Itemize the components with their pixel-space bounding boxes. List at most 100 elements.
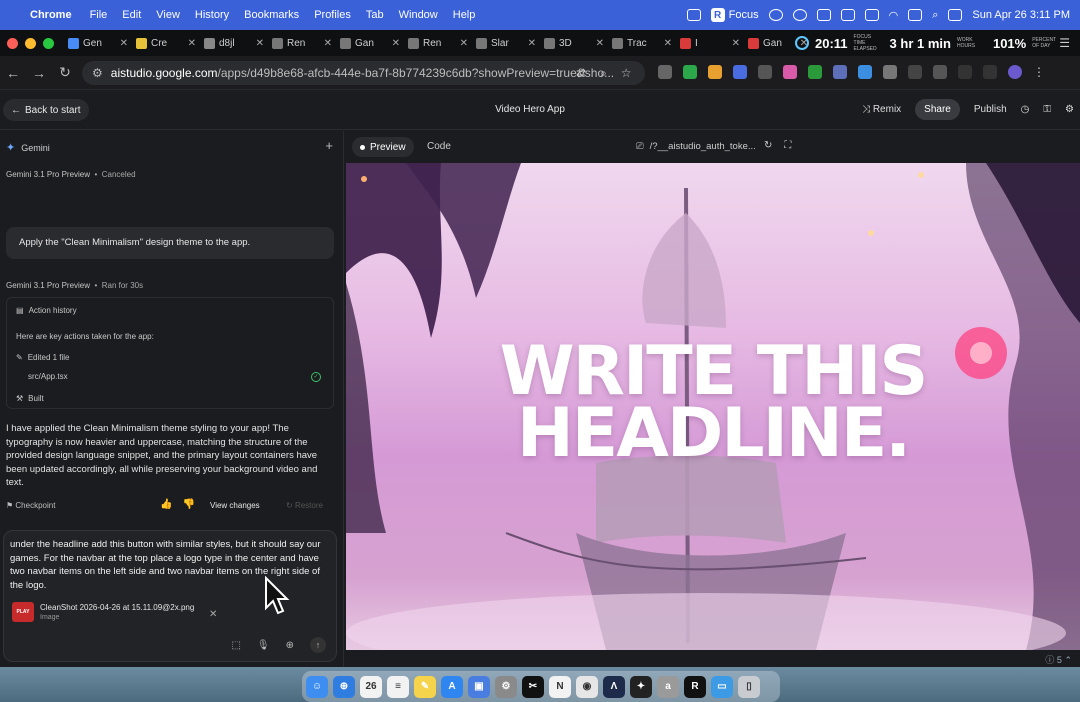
- thumbs-up-icon[interactable]: 👍: [160, 499, 172, 510]
- browser-tab[interactable]: Gen ✕: [64, 33, 132, 53]
- menu-profiles[interactable]: Profiles: [314, 9, 351, 21]
- refresh-preview-icon[interactable]: ↻: [764, 140, 772, 151]
- remix-button[interactable]: ⤨ Remix: [862, 104, 901, 115]
- edited-file-link[interactable]: src/App.tsx: [28, 372, 68, 381]
- dock-notion-icon[interactable]: N: [549, 675, 571, 698]
- checkpoint-button[interactable]: ⚑ Checkpoint: [6, 501, 55, 510]
- new-chat-plus-icon[interactable]: +: [325, 138, 333, 153]
- dock-figma-icon[interactable]: ✦: [630, 675, 652, 698]
- media-extension-icon[interactable]: [758, 65, 772, 79]
- reading-list-icon[interactable]: [983, 65, 997, 79]
- text-input-icon[interactable]: [816, 9, 831, 21]
- address-bar[interactable]: ⚙ aistudio.google.com/apps/d49b8e68-afcb…: [82, 61, 645, 85]
- play-icon[interactable]: [768, 9, 783, 21]
- tab-preview[interactable]: Preview: [352, 137, 414, 157]
- select-element-icon[interactable]: ⬚: [231, 640, 240, 651]
- profile-avatar[interactable]: [1008, 65, 1022, 79]
- people-extension-icon[interactable]: [833, 65, 847, 79]
- send-arrow-icon[interactable]: ↑: [310, 637, 326, 653]
- dock-settings-icon[interactable]: ⚙: [495, 675, 517, 698]
- dock-affinity-icon[interactable]: Λ: [603, 675, 625, 698]
- palette-extension-icon[interactable]: [783, 65, 797, 79]
- extensions-puzzle-icon[interactable]: [933, 65, 947, 79]
- action-history-header[interactable]: ▤ Action history: [16, 306, 77, 315]
- api-key-icon[interactable]: ⚿: [1043, 104, 1051, 115]
- clipboard-icon[interactable]: [840, 9, 855, 21]
- tab-close-icon[interactable]: ✕: [324, 38, 332, 49]
- microphone-icon[interactable]: 🎙: [257, 640, 270, 651]
- search-icon[interactable]: ⌕: [932, 9, 938, 22]
- fullscreen-icon[interactable]: ⛶: [784, 140, 791, 151]
- thumbs-down-icon[interactable]: 👎: [182, 499, 194, 510]
- dock-notes-icon[interactable]: ✎: [414, 675, 436, 698]
- focus-status[interactable]: R Focus: [710, 8, 759, 22]
- menu-bookmarks[interactable]: Bookmarks: [244, 9, 299, 21]
- forward-arrow-icon[interactable]: →: [26, 65, 52, 81]
- zoom-icon[interactable]: ⌕: [600, 66, 607, 81]
- reload-icon[interactable]: ↻: [52, 64, 78, 81]
- menubar-datetime[interactable]: Sun Apr 26 3:11 PM: [972, 9, 1070, 21]
- history-icon[interactable]: ◷: [1021, 104, 1030, 115]
- translate-icon[interactable]: ⇄: [576, 66, 586, 81]
- maximize-window-button[interactable]: [43, 37, 54, 49]
- camera-extension-icon[interactable]: [658, 65, 672, 79]
- add-attachment-icon[interactable]: ⊕: [286, 640, 294, 651]
- browser-tab[interactable]: 3D ✕: [540, 33, 608, 53]
- function-extension-icon[interactable]: [908, 65, 922, 79]
- battery-icon[interactable]: [908, 9, 923, 21]
- browser-tab[interactable]: Ren ✕: [404, 33, 472, 53]
- control-center-icon[interactable]: [948, 9, 963, 21]
- site-info-icon[interactable]: ⚙: [92, 66, 103, 80]
- dock-calendar-icon[interactable]: 26: [360, 675, 382, 698]
- menu-history[interactable]: History: [195, 9, 229, 21]
- tab-close-icon[interactable]: ✕: [596, 38, 604, 49]
- menu-file[interactable]: File: [90, 9, 108, 21]
- settings-gear-icon[interactable]: ⚙: [1065, 104, 1074, 115]
- tab-code[interactable]: Code: [427, 141, 451, 152]
- dock-safari-icon[interactable]: ⊕: [333, 675, 355, 698]
- minimize-window-button[interactable]: [25, 37, 36, 49]
- wifi-icon[interactable]: ◠: [889, 9, 899, 22]
- menu-tab[interactable]: Tab: [366, 9, 384, 21]
- dock-app-store-icon[interactable]: A: [441, 675, 463, 698]
- menu-edit[interactable]: Edit: [122, 9, 141, 21]
- download-extension-icon[interactable]: [683, 65, 697, 79]
- preview-route-text[interactable]: /?__aistudio_auth_toke...: [650, 141, 756, 152]
- tab-close-icon[interactable]: ✕: [120, 38, 128, 49]
- menu-help[interactable]: Help: [453, 9, 476, 21]
- browser-tab[interactable]: I ✕: [676, 33, 744, 53]
- menu-app-name[interactable]: Chrome: [30, 9, 72, 21]
- tab-close-icon[interactable]: ✕: [256, 38, 264, 49]
- bookmark-star-icon[interactable]: ☆: [621, 66, 632, 81]
- dock-r-app-icon[interactable]: R: [684, 675, 706, 698]
- window-extension-icon[interactable]: [883, 65, 897, 79]
- cube-extension-icon[interactable]: [733, 65, 747, 79]
- tab-close-icon[interactable]: ✕: [188, 38, 196, 49]
- browser-tab[interactable]: Trac ✕: [608, 33, 676, 53]
- menu-view[interactable]: View: [156, 9, 180, 21]
- restore-button[interactable]: ↻ Restore: [286, 501, 323, 510]
- browser-tab[interactable]: Slar ✕: [472, 33, 540, 53]
- tab-close-icon[interactable]: ✕: [732, 38, 740, 49]
- issues-indicator[interactable]: ⓘ 5 ⌃: [1045, 653, 1072, 666]
- attachment-chip[interactable]: PLAY CleanShot 2026-04-26 at 15.11.09@2x…: [12, 602, 194, 622]
- display-icon[interactable]: [864, 9, 879, 21]
- menu-window[interactable]: Window: [399, 9, 438, 21]
- save-extension-icon[interactable]: [858, 65, 872, 79]
- close-window-button[interactable]: [7, 37, 18, 49]
- tab-search-icon[interactable]: ☰: [1059, 36, 1070, 50]
- dock-reminders-icon[interactable]: ≡: [387, 675, 409, 698]
- back-arrow-icon[interactable]: ←: [0, 65, 26, 81]
- focus-timer-widget[interactable]: 20:11 FOCUS TIME ELAPSED 3 hr 1 min WORK…: [795, 30, 1062, 56]
- browser-tab[interactable]: d8jl ✕: [200, 33, 268, 53]
- dock-trash-icon[interactable]: ▯: [738, 675, 760, 698]
- tab-close-icon[interactable]: ✕: [528, 38, 536, 49]
- browser-tab[interactable]: Gan ✕: [336, 33, 404, 53]
- screen-mirror-icon[interactable]: [686, 9, 701, 21]
- color-extension-icon[interactable]: [708, 65, 722, 79]
- chrome-menu-icon[interactable]: ⋮: [1033, 65, 1047, 79]
- device-icon[interactable]: ⎚: [636, 141, 644, 152]
- dock-a-app-icon[interactable]: a: [657, 675, 679, 698]
- headphones-icon[interactable]: [792, 9, 807, 21]
- publish-button[interactable]: Publish: [974, 104, 1007, 115]
